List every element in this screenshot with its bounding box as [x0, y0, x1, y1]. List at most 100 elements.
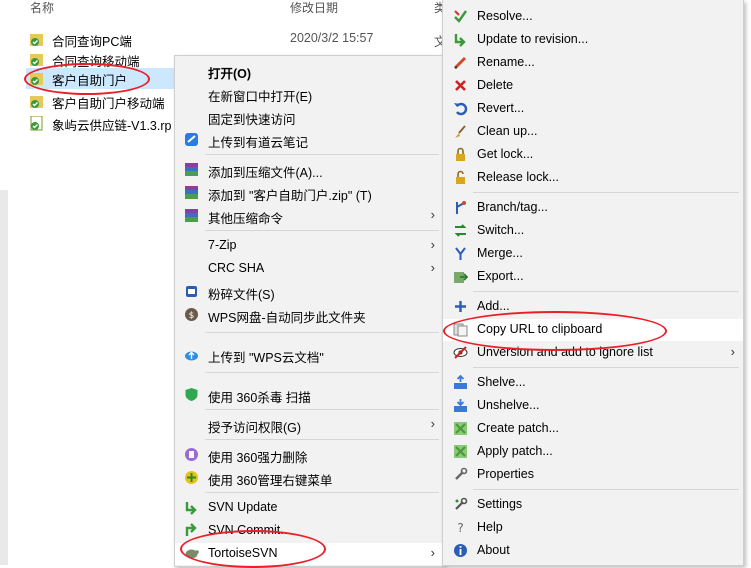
- revert-icon: [454, 102, 468, 116]
- svn-item-revert[interactable]: Revert...: [443, 98, 743, 120]
- menu-item-label: 添加到压缩文件(A)...: [208, 166, 323, 180]
- file-row-selected[interactable]: 客户自助门户: [26, 68, 176, 89]
- menu-item-label: Delete: [477, 78, 514, 92]
- menu-item-add-archive[interactable]: 添加到压缩文件(A)...: [175, 159, 443, 181]
- svn-item-get-lock[interactable]: Get lock...: [443, 144, 743, 166]
- column-header-name[interactable]: 名称: [30, 0, 54, 18]
- menu-item-label: Get lock...: [477, 147, 534, 161]
- svg-text:?: ?: [457, 521, 463, 535]
- menu-item-shred[interactable]: 粉碎文件(S): [175, 281, 443, 303]
- file-row[interactable]: 合同查询PC端: [26, 29, 186, 50]
- 360-antivirus-icon: [185, 388, 198, 401]
- menu-item-svn-update[interactable]: SVN Update: [175, 497, 443, 519]
- svn-folder-icon: [30, 54, 43, 66]
- svn-file-icon: [30, 116, 43, 131]
- svn-item-shelve[interactable]: Shelve...: [443, 372, 743, 394]
- lock-icon: [456, 147, 465, 161]
- menu-item-label: 固定到快速访问: [208, 113, 296, 127]
- menu-item-label: 粉碎文件(S): [208, 288, 275, 302]
- 360-menu-icon: [185, 471, 198, 484]
- svn-folder-icon: [30, 73, 43, 85]
- menu-item-crc-sha[interactable]: CRC SHA ›: [175, 258, 443, 280]
- menu-item-360-scan[interactable]: 使用 360杀毒 扫描: [175, 384, 443, 406]
- menu-separator: [205, 332, 439, 333]
- menu-separator: [205, 154, 439, 155]
- menu-item-open[interactable]: 打开(O): [175, 60, 443, 82]
- copy-url-icon: [453, 323, 468, 337]
- menu-item-label: About: [477, 543, 510, 557]
- svn-item-update-to-revision[interactable]: Update to revision...: [443, 29, 743, 51]
- menu-separator: [473, 192, 739, 193]
- svn-item-unversion-ignore[interactable]: Unversion and add to ignore list ›: [443, 342, 743, 364]
- menu-item-label: TortoiseSVN: [208, 546, 278, 560]
- menu-item-360-menu-manager[interactable]: 使用 360管理右键菜单: [175, 467, 443, 489]
- menu-item-label: Resolve...: [477, 9, 533, 23]
- menu-item-label: Branch/tag...: [477, 200, 548, 214]
- switch-icon: [454, 224, 467, 237]
- menu-separator: [473, 489, 739, 490]
- menu-item-label: 打开(O): [208, 67, 252, 81]
- context-menu: 打开(O) 在新窗口中打开(E) 固定到快速访问 上传到有道云笔记 添加到压缩文…: [174, 55, 444, 567]
- svn-item-create-patch[interactable]: Create patch...: [443, 418, 743, 440]
- branch-icon: [456, 201, 466, 214]
- menu-separator: [205, 372, 439, 373]
- svn-item-add[interactable]: Add...: [443, 296, 743, 318]
- file-modified-date: 2020/3/2 15:57: [290, 31, 374, 45]
- menu-item-label: Export...: [477, 269, 524, 283]
- file-row[interactable]: 象屿云供应链-V1.3.rp: [26, 113, 186, 134]
- svn-item-unshelve[interactable]: Unshelve...: [443, 395, 743, 417]
- svn-item-help[interactable]: ? Help: [443, 517, 743, 539]
- svn-item-copy-url[interactable]: Copy URL to clipboard: [443, 319, 743, 341]
- menu-separator: [473, 291, 739, 292]
- create-patch-icon: [454, 422, 467, 435]
- menu-item-wps-sync[interactable]: $ WPS网盘-自动同步此文件夹: [175, 304, 443, 326]
- shelve-icon: [454, 375, 467, 389]
- menu-item-add-zip[interactable]: 添加到 "客户自助门户.zip" (T): [175, 182, 443, 204]
- menu-item-open-new-window[interactable]: 在新窗口中打开(E): [175, 83, 443, 105]
- menu-item-label: Update to revision...: [477, 32, 589, 46]
- menu-item-grant-access[interactable]: 授予访问权限(G) ›: [175, 414, 443, 436]
- svn-item-cleanup[interactable]: Clean up...: [443, 121, 743, 143]
- menu-item-label: 上传到有道云笔记: [208, 136, 309, 150]
- menu-item-youdao-upload[interactable]: 上传到有道云笔记: [175, 129, 443, 151]
- svn-item-settings[interactable]: Settings: [443, 494, 743, 516]
- winrar-icon: [185, 163, 198, 176]
- chevron-right-icon: ›: [430, 237, 435, 252]
- svn-item-delete[interactable]: Delete: [443, 75, 743, 97]
- svn-item-properties[interactable]: Properties: [443, 464, 743, 486]
- menu-item-wps-upload[interactable]: 上传到 "WPS云文档": [175, 344, 443, 366]
- menu-item-label: 授予访问权限(G): [208, 421, 302, 435]
- svn-item-release-lock[interactable]: Release lock...: [443, 167, 743, 189]
- svn-item-apply-patch[interactable]: Apply patch...: [443, 441, 743, 463]
- menu-separator: [205, 492, 439, 493]
- svn-item-about[interactable]: About: [443, 540, 743, 562]
- menu-item-pin-quick-access[interactable]: 固定到快速访问: [175, 106, 443, 128]
- svn-item-export[interactable]: Export...: [443, 266, 743, 288]
- file-name: 客户自助门户移动端: [52, 97, 165, 111]
- file-row[interactable]: 客户自助门户移动端: [26, 91, 186, 112]
- menu-item-svn-commit[interactable]: SVN Commit...: [175, 520, 443, 542]
- menu-item-label: Rename...: [477, 55, 535, 69]
- file-row[interactable]: 合同查询移动端: [26, 49, 186, 70]
- cloud-upload-icon: [185, 351, 198, 361]
- menu-item-label: Unversion and add to ignore list: [477, 345, 653, 359]
- menu-item-label: 添加到 "客户自助门户.zip" (T): [208, 189, 372, 203]
- svn-item-rename[interactable]: Rename...: [443, 52, 743, 74]
- scrollbar-track[interactable]: [0, 190, 8, 565]
- menu-item-tortoisesvn[interactable]: TortoiseSVN ›: [175, 543, 443, 565]
- svn-item-branch-tag[interactable]: Branch/tag...: [443, 197, 743, 219]
- svn-item-resolve[interactable]: Resolve...: [443, 6, 743, 28]
- menu-item-360-delete[interactable]: 使用 360强力删除: [175, 444, 443, 466]
- settings-icon: [455, 497, 468, 510]
- svn-item-switch[interactable]: Switch...: [443, 220, 743, 242]
- svn-item-merge[interactable]: Merge...: [443, 243, 743, 265]
- menu-separator: [473, 367, 739, 368]
- menu-item-7zip[interactable]: 7-Zip ›: [175, 235, 443, 257]
- rename-icon: [453, 56, 467, 70]
- menu-item-label: SVN Update: [208, 500, 278, 514]
- ignore-icon: [453, 346, 468, 359]
- menu-item-label: WPS网盘-自动同步此文件夹: [208, 311, 366, 325]
- menu-item-other-compress[interactable]: 其他压缩命令 ›: [175, 205, 443, 227]
- column-header-modified[interactable]: 修改日期: [290, 0, 338, 18]
- svg-text:$: $: [189, 311, 195, 321]
